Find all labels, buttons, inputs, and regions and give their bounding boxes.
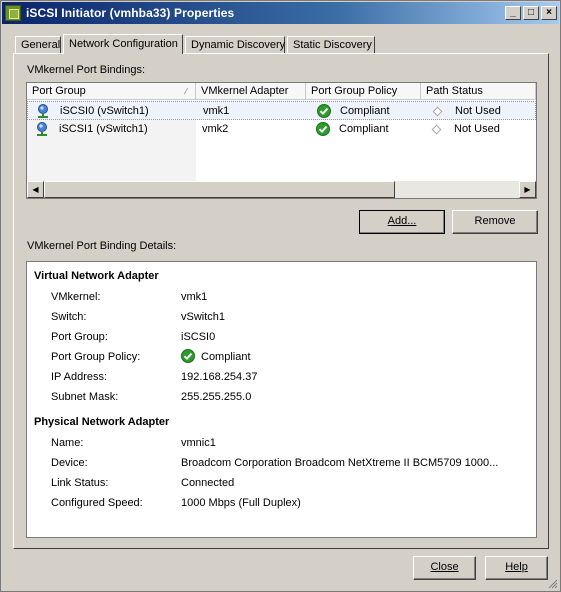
sort-ascending-icon: ⁄ [185,87,187,96]
help-button-label: Help [505,561,528,573]
help-button[interactable]: Help [485,556,548,580]
resize-grip-icon[interactable] [546,577,558,589]
horizontal-scrollbar[interactable]: ◀ ▶ [27,181,536,198]
field-value: Broadcom Corporation Broadcom NetXtreme … [181,457,499,469]
column-path-status[interactable]: Path Status [421,83,536,100]
tab-network-configuration[interactable]: Network Configuration [63,34,183,54]
field-value: 255.255.255.0 [181,391,252,403]
port-bindings-label: VMkernel Port Bindings: [27,64,145,76]
list-header: Port Group ⁄ VMkernel Adapter Port Group… [27,83,536,101]
field-label: Port Group Policy: [51,351,141,363]
binding-details-panel: Virtual Network Adapter VMkernel: vmk1 S… [26,261,537,538]
cell-adapter: vmk1 [203,105,230,117]
field-label: IP Address: [51,371,108,383]
window-title: iSCSI Initiator (vmhba33) Properties [26,6,235,20]
check-circle-icon [181,349,195,363]
field-value: 1000 Mbps (Full Duplex) [181,497,301,509]
table-row[interactable]: iSCSI1 (vSwitch1) vmk2 Compliant Not Use… [27,120,536,139]
scroll-left-button[interactable]: ◀ [27,181,44,198]
cell-policy: Compliant [339,123,389,135]
close-button-label: Close [430,561,459,573]
field-value: Connected [181,477,235,489]
tab-general[interactable]: General [15,36,61,53]
properties-window: iSCSI Initiator (vmhba33) Properties _ □… [0,0,561,592]
add-button-label: Add... [387,215,417,227]
check-circle-icon [316,122,330,136]
diamond-icon [432,106,443,117]
network-port-icon [38,104,48,118]
remove-button[interactable]: Remove [452,210,538,234]
field-value: 192.168.254.37 [181,371,258,383]
network-port-icon [37,122,47,136]
field-value: vmk1 [181,291,208,303]
field-value: iSCSI0 [181,331,216,343]
table-row[interactable]: iSCSI0 (vSwitch1) vmk1 Compliant Not Use… [27,101,536,120]
add-button[interactable]: Add... [359,210,445,234]
tab-static-discovery[interactable]: Static Discovery [287,36,375,53]
cell-policy: Compliant [340,105,390,117]
cell-adapter: vmk2 [202,123,229,135]
column-port-group-policy[interactable]: Port Group Policy [306,83,421,100]
diamond-icon [431,124,442,135]
cell-path-status: Not Used [454,123,500,135]
field-label: Switch: [51,311,87,323]
field-label: Configured Speed: [51,497,143,509]
field-label: Port Group: [51,331,108,343]
field-label: Name: [51,437,84,449]
minimize-button[interactable]: _ [505,6,521,20]
field-label: Device: [51,457,88,469]
title-bar[interactable]: iSCSI Initiator (vmhba33) Properties _ □… [2,2,559,24]
field-label: Subnet Mask: [51,391,119,403]
check-circle-icon [317,104,331,118]
field-value: vSwitch1 [181,311,226,323]
binding-details-label: VMkernel Port Binding Details: [27,240,177,252]
cell-path-status: Not Used [455,105,501,117]
field-label: Link Status: [51,477,109,489]
port-bindings-list[interactable]: Port Group ⁄ VMkernel Adapter Port Group… [26,82,537,199]
scroll-thumb[interactable] [44,181,395,198]
close-window-button[interactable]: × [541,6,557,20]
column-port-group[interactable]: Port Group ⁄ [27,83,196,100]
column-vmkernel-adapter[interactable]: VMkernel Adapter [196,83,306,100]
cell-port-group: iSCSI0 (vSwitch1) [60,105,149,117]
cell-port-group: iSCSI1 (vSwitch1) [59,123,148,135]
field-value: Compliant [201,351,251,363]
close-button[interactable]: Close [413,556,476,580]
field-value: vmnic1 [181,437,216,449]
physical-adapter-heading: Physical Network Adapter [34,416,170,428]
column-label: Port Group [32,85,86,97]
field-label: VMkernel: [51,291,101,303]
scroll-right-button[interactable]: ▶ [519,181,536,198]
app-icon [5,5,21,21]
tab-dynamic-discovery[interactable]: Dynamic Discovery [185,36,285,53]
maximize-button[interactable]: □ [523,6,539,20]
virtual-adapter-heading: Virtual Network Adapter [34,270,159,282]
